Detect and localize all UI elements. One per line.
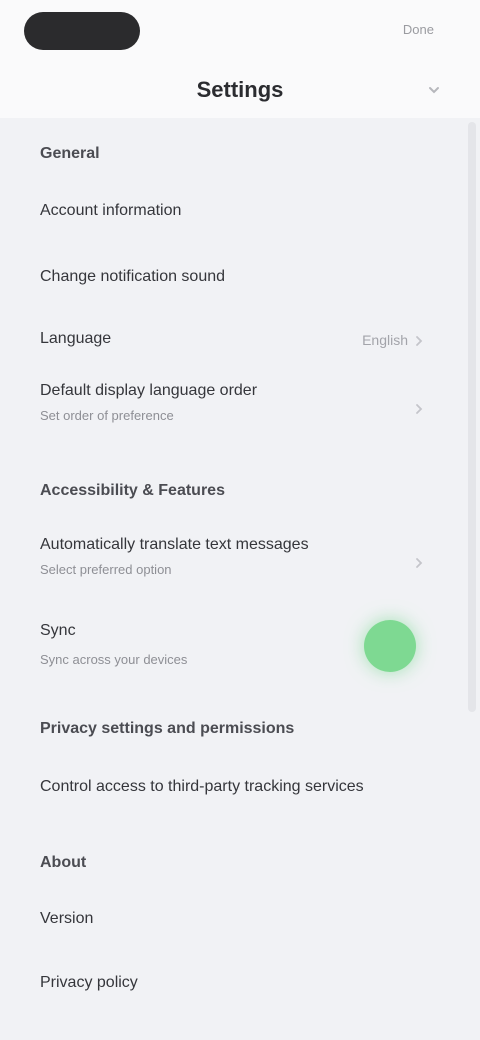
language-value: English [362, 332, 408, 348]
row-auto-translate[interactable]: Automatically translate text messages Se… [0, 532, 460, 592]
section-title-privacy: Privacy settings and permissions [40, 720, 295, 737]
section-title-accessibility: Accessibility & Features [40, 482, 225, 499]
row-sublabel: Set order of preference [40, 408, 174, 423]
row-label: Default display language order [40, 382, 258, 399]
row-third-party-tracking[interactable]: Control access to third-party tracking s… [0, 772, 460, 812]
section-title-general: General [40, 145, 100, 162]
dynamic-island [24, 12, 140, 50]
status-bar: Done [0, 0, 480, 62]
status-right-text[interactable]: Done [403, 22, 434, 37]
row-label: Privacy policy [40, 974, 138, 991]
row-label: Control access to third-party tracking s… [40, 778, 364, 795]
row-label: Change notification sound [40, 268, 226, 285]
row-label: Language [40, 330, 112, 347]
row-account-information[interactable]: Account information [0, 196, 460, 236]
chevron-right-icon [412, 334, 426, 348]
section-title-about: About [40, 854, 87, 871]
row-label: Automatically translate text messages [40, 536, 309, 553]
row-label: Account information [40, 202, 182, 219]
row-sublabel: Sync across your devices [40, 652, 188, 667]
row-display-language-order[interactable]: Default display language order Set order… [0, 378, 460, 438]
chevron-icon[interactable] [418, 74, 450, 106]
scrollbar[interactable] [468, 122, 476, 712]
page-title: Settings [196, 77, 284, 102]
row-notification-sound[interactable]: Change notification sound [0, 262, 460, 302]
row-version[interactable]: Version [0, 904, 460, 944]
chevron-right-icon [412, 556, 426, 570]
row-sublabel: Select preferred option [40, 562, 172, 577]
row-sync[interactable]: Sync Sync across your devices [0, 618, 460, 678]
app-header: Settings [0, 62, 480, 118]
row-language[interactable]: Language English [0, 324, 460, 364]
row-label: Sync [40, 622, 76, 639]
sync-toggle[interactable] [364, 620, 416, 672]
row-label: Version [40, 910, 94, 927]
chevron-right-icon [412, 402, 426, 416]
row-privacy-policy[interactable]: Privacy policy [0, 968, 460, 1008]
